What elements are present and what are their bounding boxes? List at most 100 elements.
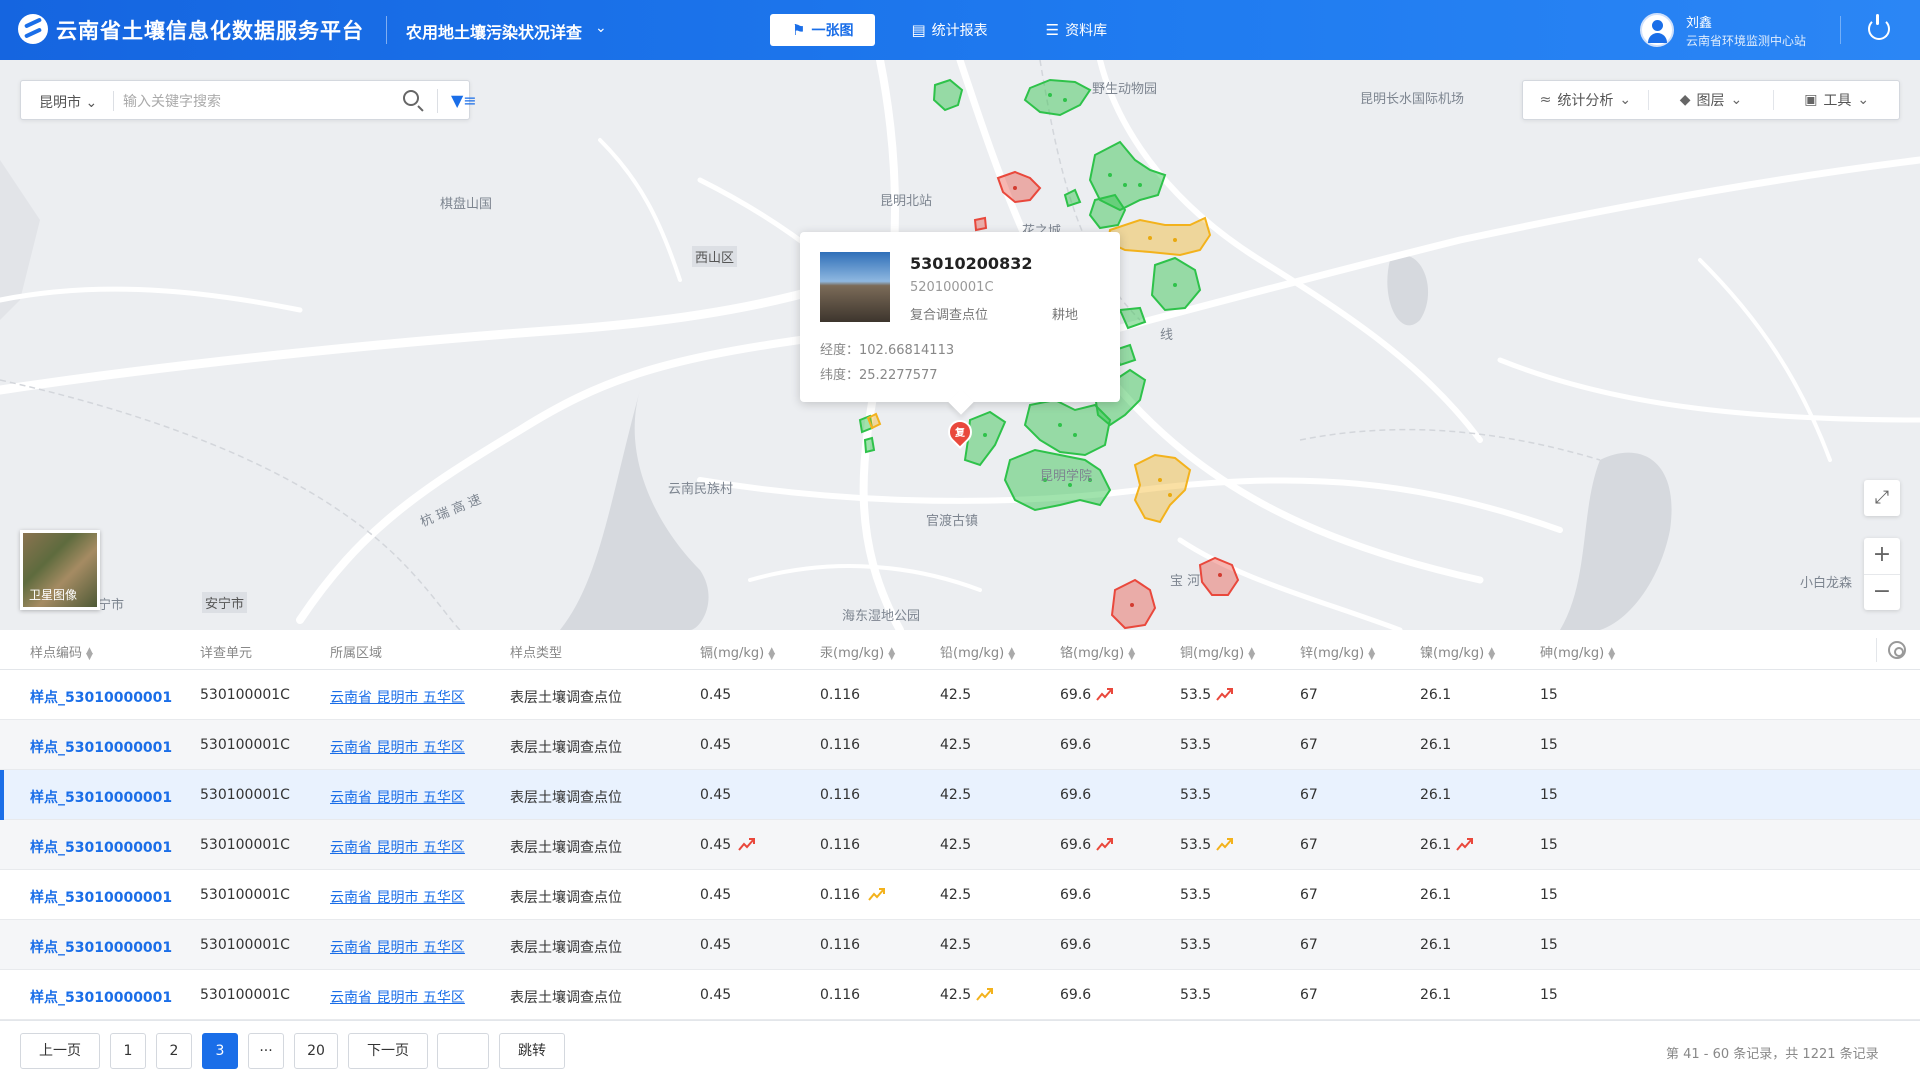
th-type[interactable]: 样点类型 xyxy=(510,642,562,661)
popup-land-use: 耕地 xyxy=(1052,308,1079,323)
region-link[interactable]: 云南省 昆明市 五华区 xyxy=(330,787,465,807)
tool-label: 工具 xyxy=(1823,93,1852,109)
app-header: 云南省土壤信息化数据服务平台 农用地土壤污染状况详查 ⌄ ⚑ 一张图 ▤ 统计报… xyxy=(0,0,1920,60)
sample-code-link[interactable]: 样点_53010000001 xyxy=(30,887,172,907)
power-icon[interactable] xyxy=(1868,14,1890,40)
ni-cell: 26.1 xyxy=(1420,787,1452,803)
table-header: 样点编码 ▲ ▼ 详查单元 所属区域 样点类型 镉(mg/kg) ▲ ▼ 汞(mg/kg… xyxy=(0,630,1920,670)
sample-code-link[interactable]: 样点_53010000001 xyxy=(30,837,172,857)
cr-cell: 69.6 xyxy=(1060,687,1092,703)
nav-item-reports[interactable]: ▤ 统计报表 xyxy=(889,14,1009,46)
region-link[interactable]: 云南省 昆明市 五华区 xyxy=(330,737,465,757)
region-link[interactable]: 云南省 昆明市 五华区 xyxy=(330,987,465,1007)
nav-label: 一张图 xyxy=(811,23,854,39)
zoom-in-button[interactable]: + xyxy=(1864,538,1900,574)
hg-cell: 0.116 xyxy=(820,737,861,753)
zoom-out-button[interactable]: − xyxy=(1864,574,1900,610)
sample-code-link[interactable]: 样点_53010000001 xyxy=(30,987,172,1007)
th-pb[interactable]: 铅(mg/kg) ▲ ▼ xyxy=(940,642,1015,661)
module-selector[interactable]: 农用地土壤污染状况详查 xyxy=(406,19,582,43)
type-cell: 表层土壤调查点位 xyxy=(510,790,622,806)
search-input[interactable] xyxy=(123,89,383,113)
tool-tools[interactable]: ▣ 工具 ⌄ xyxy=(1774,90,1899,110)
table-row[interactable]: 样点_53010000001 530100001C 云南省 昆明市 五华区 表层土壤调… xyxy=(0,970,1920,1020)
as-cell: 15 xyxy=(1540,837,1558,853)
page-jump-input[interactable] xyxy=(437,1033,489,1069)
map-label: 昆明北站 xyxy=(880,194,933,209)
jump-button[interactable]: 跳转 xyxy=(499,1033,565,1069)
table-row[interactable]: 样点_53010000001 530100001C 云南省 昆明市 五华区 表层土壤调… xyxy=(0,920,1920,970)
th-cd[interactable]: 镉(mg/kg) ▲ ▼ xyxy=(700,642,775,661)
th-as[interactable]: 砷(mg/kg) ▲ ▼ xyxy=(1540,642,1615,661)
sample-code-link[interactable]: 样点_53010000001 xyxy=(30,687,172,707)
cd-cell: 0.45 xyxy=(700,887,732,903)
table-row[interactable]: 样点_53010000001 530100001C 云南省 昆明市 五华区 表层土壤调… xyxy=(0,720,1920,770)
map-label: 海东湿地公园 xyxy=(842,609,921,624)
tool-layers[interactable]: ◆ 图层 ⌄ xyxy=(1649,90,1775,110)
table-row[interactable]: 样点_53010000001 530100001C 云南省 昆明市 五华区 表层土壤调… xyxy=(0,820,1920,870)
nav-item-map[interactable]: ⚑ 一张图 xyxy=(770,14,876,46)
sample-code-link[interactable]: 样点_53010000001 xyxy=(30,937,172,957)
satellite-toggle[interactable]: 卫星图像 xyxy=(20,530,100,610)
app-logo-icon xyxy=(18,14,48,44)
fullscreen-icon: ⤢ xyxy=(1874,487,1890,508)
prev-page-button[interactable]: 上一页 xyxy=(20,1033,100,1069)
tool-stats-analysis[interactable]: ≈ 统计分析 ⌄ xyxy=(1523,90,1649,110)
gear-icon[interactable] xyxy=(1888,641,1906,659)
region-link[interactable]: 云南省 昆明市 五华区 xyxy=(330,687,465,707)
table-row[interactable]: 样点_53010000001 530100001C 云南省 昆明市 五华区 表层土壤调… xyxy=(0,770,1920,820)
pb-cell: 42.5 xyxy=(940,937,972,953)
as-cell: 15 xyxy=(1540,987,1558,1003)
table-row[interactable]: 样点_53010000001 530100001C 云南省 昆明市 五华区 表层土壤调… xyxy=(0,870,1920,920)
th-cr[interactable]: 铬(mg/kg) ▲ ▼ xyxy=(1060,642,1135,661)
th-unit[interactable]: 详查单元 xyxy=(200,642,252,661)
cu-cell: 53.5 xyxy=(1180,937,1212,953)
cu-cell: 53.5 xyxy=(1180,787,1212,803)
map-label: 云南民族村 xyxy=(668,482,734,497)
database-icon: ☰ xyxy=(1045,21,1060,39)
th-sample-code[interactable]: 样点编码 ▲ ▼ xyxy=(30,642,93,661)
sample-photo[interactable] xyxy=(820,252,890,322)
sort-icon: ▲ ▼ xyxy=(768,645,776,662)
page-button[interactable]: 1 xyxy=(110,1033,146,1069)
page-button-current[interactable]: 3 xyxy=(202,1033,238,1069)
as-cell: 15 xyxy=(1540,687,1558,703)
tool-label: 统计分析 xyxy=(1557,93,1614,109)
region-link[interactable]: 云南省 昆明市 五华区 xyxy=(330,937,465,957)
zn-cell: 67 xyxy=(1300,837,1318,853)
region-link[interactable]: 云南省 昆明市 五华区 xyxy=(330,887,465,907)
nav-item-library[interactable]: ☰ 资料库 xyxy=(1024,14,1129,46)
th-zn[interactable]: 锌(mg/kg) ▲ ▼ xyxy=(1300,642,1375,661)
city-select[interactable]: 昆明市 ⌄ xyxy=(39,92,97,112)
region-link[interactable]: 云南省 昆明市 五华区 xyxy=(330,837,465,857)
map-search-box: 昆明市 ⌄ ▼≡ xyxy=(20,80,477,120)
th-region[interactable]: 所属区域 xyxy=(330,642,382,661)
chevron-down-icon: ⌄ xyxy=(1857,92,1870,108)
pb-cell: 42.5 xyxy=(940,987,972,1003)
cu-cell: 53.5 xyxy=(1180,887,1212,903)
page-button[interactable]: 2 xyxy=(156,1033,192,1069)
table-row[interactable]: 样点_53010000001 530100001C 云南省 昆明市 五华区 表层土壤调… xyxy=(0,670,1920,720)
map-view[interactable]: 野生动物园 昆明长水国际机场 昆明北站 棋盘山国 西山区 花之城 杭 瑞 高 速… xyxy=(0,60,1920,630)
map-label: 昆明学院 xyxy=(1040,469,1093,484)
filter-icon[interactable]: ▼≡ xyxy=(451,91,477,111)
next-page-button[interactable]: 下一页 xyxy=(348,1033,428,1069)
sample-code-link[interactable]: 样点_53010000001 xyxy=(30,787,172,807)
cu-cell: 53.5 xyxy=(1180,737,1212,753)
page-button[interactable]: 20 xyxy=(294,1033,338,1069)
th-ni[interactable]: 镍(mg/kg) ▲ ▼ xyxy=(1420,642,1495,661)
avatar[interactable] xyxy=(1640,13,1674,47)
hg-cell: 0.116 xyxy=(820,937,861,953)
th-cu[interactable]: 铜(mg/kg) ▲ ▼ xyxy=(1180,642,1255,661)
satellite-label: 卫星图像 xyxy=(29,588,78,602)
zn-cell: 67 xyxy=(1300,787,1318,803)
page-ellipsis[interactable]: ··· xyxy=(248,1033,284,1069)
popup-unit: 520100001C xyxy=(910,280,994,295)
th-hg[interactable]: 汞(mg/kg) ▲ ▼ xyxy=(820,642,895,661)
chevron-down-icon[interactable]: ⌄ xyxy=(595,20,607,36)
header-divider xyxy=(386,16,387,44)
fullscreen-button[interactable]: ⤢ xyxy=(1864,480,1900,516)
search-icon[interactable] xyxy=(403,90,419,106)
cd-cell: 0.45 xyxy=(700,737,732,753)
sample-code-link[interactable]: 样点_53010000001 xyxy=(30,737,172,757)
